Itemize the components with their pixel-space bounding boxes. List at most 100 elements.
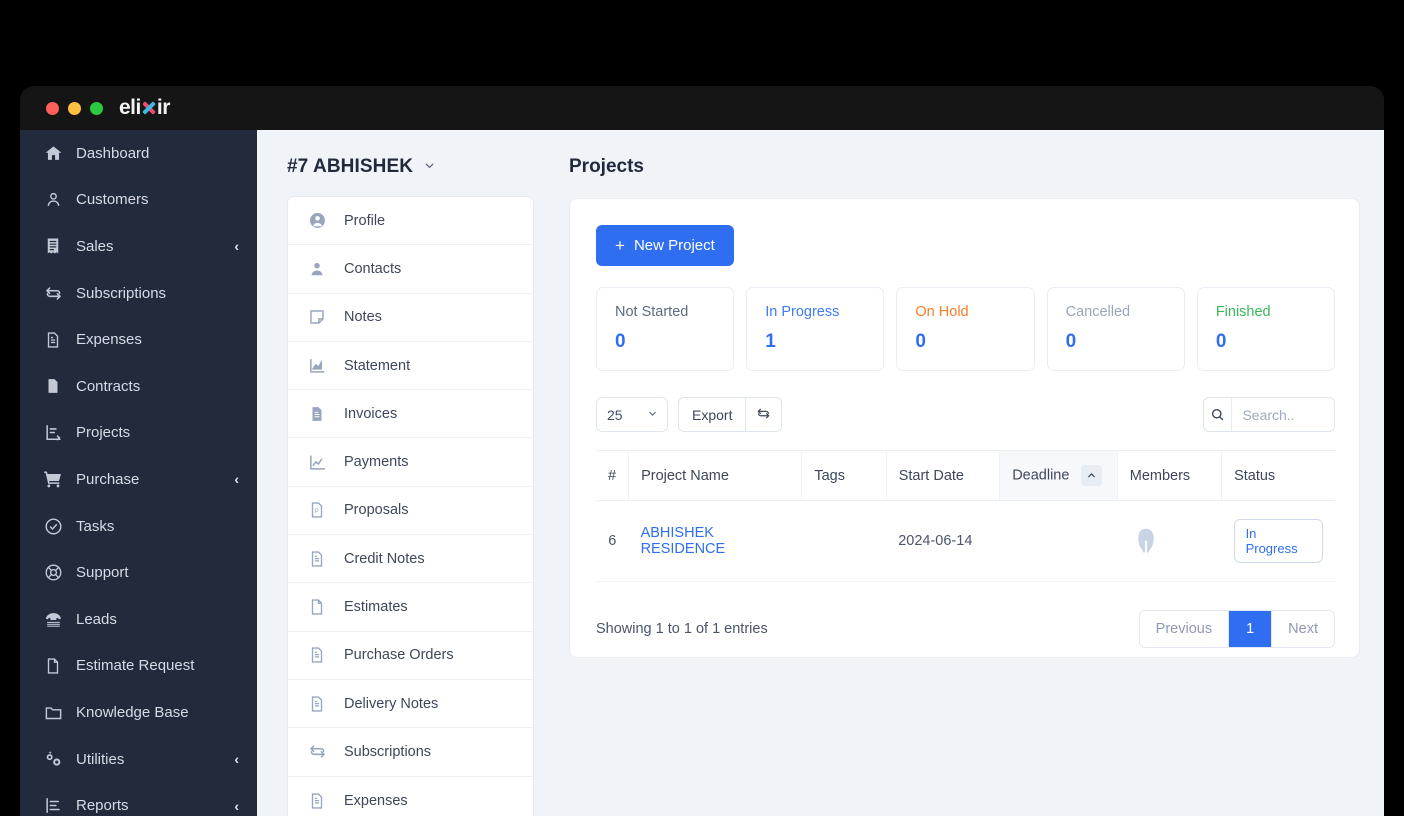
stat-value: 0: [915, 331, 926, 352]
stat-card-finished[interactable]: Finished 0: [1196, 287, 1336, 371]
sidebar-item-leads[interactable]: Leads: [20, 596, 257, 643]
projects-table: # Project Name Tags Start Date Deadline …: [596, 450, 1335, 582]
sidebar-item-label: Knowledge Base: [76, 703, 189, 721]
sidebar-item-sales[interactable]: Sales ‹: [20, 223, 257, 270]
tab-notes[interactable]: Notes: [288, 294, 533, 342]
tab-label: Contacts: [344, 260, 402, 277]
sidebar-item-label: Reports: [76, 797, 129, 815]
sidebar-item-expenses[interactable]: Expenses: [20, 316, 257, 363]
stat-label: Not Started: [615, 304, 689, 320]
tab-purchase-orders[interactable]: Purchase Orders: [288, 632, 533, 680]
tab-proposals[interactable]: P Proposals: [288, 487, 533, 536]
column-header-deadline[interactable]: Deadline: [999, 450, 1118, 501]
pagination-next-button[interactable]: Next: [1272, 611, 1334, 647]
note-icon: [307, 307, 327, 327]
chevron-left-icon: ‹: [234, 751, 239, 768]
sidebar-item-support[interactable]: Support: [20, 549, 257, 596]
user-circle-icon: [307, 211, 327, 231]
stat-card-cancelled[interactable]: Cancelled 0: [1046, 287, 1185, 371]
sidebar-item-contracts[interactable]: Contracts: [20, 363, 257, 410]
sidebar-item-tasks[interactable]: Tasks: [20, 503, 257, 550]
customer-tabs-column: #7 ABHISHEK Profile Contacts Notes State…: [257, 130, 549, 816]
maximize-window-button[interactable]: [90, 101, 103, 115]
stat-card-on-hold[interactable]: On Hold 0: [896, 287, 1035, 371]
search-icon[interactable]: [1204, 398, 1233, 431]
cell-project-id[interactable]: 6: [596, 500, 629, 582]
refresh-button[interactable]: [746, 397, 783, 432]
close-window-button[interactable]: [46, 101, 59, 115]
export-button-group: Export: [678, 397, 783, 432]
sidebar-item-utilities[interactable]: Utilities ‹: [20, 736, 257, 783]
sidebar-item-estimate-request[interactable]: Estimate Request: [20, 643, 257, 690]
purchase-order-document-icon: [307, 645, 327, 665]
minimize-window-button[interactable]: [68, 101, 81, 115]
projects-table-body: 6 ABHISHEK RESIDENCE 2024-06-14 In Progr…: [596, 500, 1335, 582]
chevron-left-icon: ‹: [234, 238, 239, 255]
cell-deadline: [999, 500, 1118, 582]
export-button[interactable]: Export: [678, 397, 747, 432]
sidebar-item-projects[interactable]: Projects: [20, 410, 257, 457]
showing-entries-text: Showing 1 to 1 of 1 entries: [596, 621, 768, 637]
column-header-members[interactable]: Members: [1117, 450, 1223, 501]
tab-statement[interactable]: Statement: [288, 342, 533, 391]
expense-document-icon: [307, 791, 327, 811]
tab-expenses[interactable]: Expenses: [288, 777, 533, 816]
table-toolbar: 25 Export: [596, 397, 1335, 432]
page-length-select[interactable]: 25: [596, 397, 668, 432]
sidebar-item-label: Expenses: [76, 331, 142, 349]
tab-contacts[interactable]: Contacts: [288, 245, 533, 294]
credit-note-document-icon: [307, 549, 327, 569]
cell-tags: [801, 500, 887, 582]
refresh-icon: [756, 406, 771, 424]
tab-subscriptions[interactable]: Subscriptions: [288, 728, 533, 777]
refresh-cycle-icon: [307, 742, 327, 762]
status-badge[interactable]: In Progress: [1233, 519, 1323, 563]
tab-invoices[interactable]: Invoices: [288, 390, 533, 439]
new-project-button[interactable]: + New Project: [596, 225, 734, 266]
customer-header[interactable]: #7 ABHISHEK: [287, 156, 549, 178]
table-footer: Showing 1 to 1 of 1 entries Previous 1 N…: [596, 610, 1335, 648]
tab-label: Estimates: [344, 599, 408, 616]
table-row[interactable]: 6 ABHISHEK RESIDENCE 2024-06-14 In Progr…: [596, 500, 1335, 582]
sidebar-item-knowledge-base[interactable]: Knowledge Base: [20, 689, 257, 736]
line-chart-icon: [307, 452, 327, 472]
project-name-link[interactable]: ABHISHEK RESIDENCE: [641, 525, 726, 557]
column-header-project-name[interactable]: Project Name: [628, 450, 803, 501]
stat-card-not-started[interactable]: Not Started 0: [596, 287, 735, 371]
page-title: Projects: [569, 156, 644, 177]
sidebar-item-label: Sales: [76, 237, 114, 255]
sidebar-item-dashboard[interactable]: Dashboard: [20, 130, 257, 177]
sidebar-item-purchase[interactable]: Purchase ‹: [20, 456, 257, 503]
invoice-document-icon: [307, 404, 327, 424]
delivery-note-document-icon: [307, 694, 327, 714]
search-box: [1203, 397, 1335, 432]
avatar-placeholder-icon[interactable]: [1129, 524, 1163, 558]
column-header-tags[interactable]: Tags: [801, 450, 887, 501]
pagination-page-1-button[interactable]: 1: [1229, 611, 1273, 647]
window-titlebar: eli ir: [20, 86, 1384, 130]
shopping-cart-icon: [42, 468, 64, 490]
tab-estimates[interactable]: Estimates: [288, 583, 533, 632]
pagination-previous-button[interactable]: Previous: [1139, 611, 1230, 647]
column-header-start-date[interactable]: Start Date: [886, 450, 1001, 501]
tab-label: Delivery Notes: [344, 695, 439, 712]
column-header-id[interactable]: #: [596, 450, 630, 501]
column-header-status[interactable]: Status: [1221, 450, 1335, 501]
tab-label: Proposals: [344, 502, 409, 519]
stat-card-in-progress[interactable]: In Progress 1: [746, 287, 885, 371]
file-lines-icon: [42, 329, 64, 351]
sidebar-item-reports[interactable]: Reports ‹: [20, 782, 257, 816]
tab-profile[interactable]: Profile: [288, 197, 533, 246]
sidebar-item-customers[interactable]: Customers: [20, 177, 257, 224]
check-circle-icon: [42, 515, 64, 537]
sort-ascending-icon[interactable]: [1081, 465, 1103, 486]
sidebar-item-subscriptions[interactable]: Subscriptions: [20, 270, 257, 317]
search-input[interactable]: [1232, 398, 1334, 431]
tab-label: Statement: [344, 357, 411, 374]
tab-payments[interactable]: Payments: [288, 438, 533, 487]
area-chart-icon: [307, 356, 327, 376]
tab-credit-notes[interactable]: Credit Notes: [288, 535, 533, 584]
tab-label: Payments: [344, 454, 409, 471]
tab-delivery-notes[interactable]: Delivery Notes: [288, 680, 533, 729]
chevron-down-icon[interactable]: [423, 159, 436, 175]
